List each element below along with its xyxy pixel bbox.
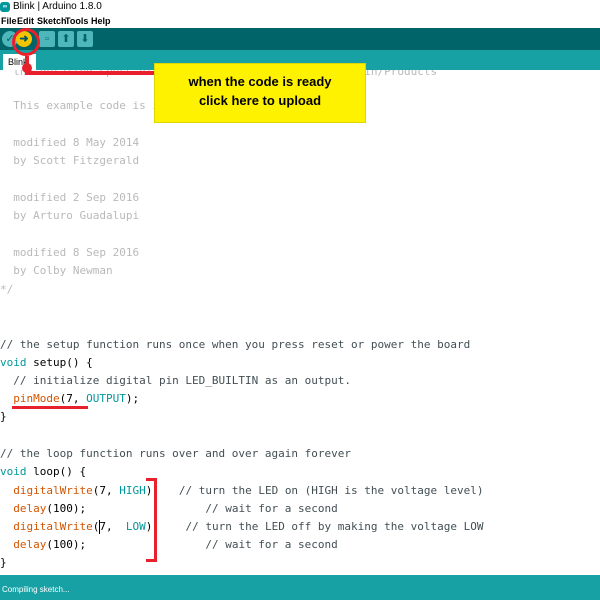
function-name: digitalWrite [13, 520, 93, 533]
code-line: */ [0, 283, 14, 296]
code-comment: // turn the LED off by making the voltag… [158, 520, 484, 533]
constant: LOW [125, 520, 146, 533]
upload-callout: when the code is ready click here to upl… [155, 64, 365, 122]
code-text: (7, [92, 520, 126, 533]
code-comment: // wait for a second [86, 502, 338, 515]
constant: HIGH [119, 484, 146, 497]
toolbar: ✓ ➜ ▫ ⬆ ⬇ [0, 28, 600, 50]
code-editor[interactable]: the detailed specs of ... http://www.ard… [0, 70, 600, 575]
code-text: (100); [46, 538, 87, 551]
code-text: setup() { [26, 356, 93, 369]
pinmode-underline [12, 406, 88, 409]
code-comment: // turn the LED on (HIGH is the voltage … [158, 484, 484, 497]
window-title-bar: ∞ Blink | Arduino 1.8.0 [0, 0, 600, 14]
function-name: delay [13, 538, 47, 551]
new-sketch-button[interactable]: ▫ [39, 31, 55, 47]
status-bar: Compiling sketch... [0, 575, 600, 600]
constant: OUTPUT [86, 392, 126, 405]
upload-highlight-circle [12, 28, 40, 56]
arduino-logo-icon: ∞ [0, 2, 10, 12]
save-sketch-button[interactable]: ⬇ [77, 31, 93, 47]
loop-body-bracket [146, 478, 157, 562]
menu-bar: File Edit Sketch Tools Help [0, 14, 600, 28]
code-text: (7, [59, 392, 87, 405]
code-comment: // wait for a second [86, 538, 338, 551]
keyword: void [0, 465, 27, 478]
callout-line-2: click here to upload [198, 93, 322, 108]
window-title: Blink | Arduino 1.8.0 [13, 1, 102, 12]
code-line: digitalWrite(7, HIGH); // turn the LED o… [0, 482, 484, 500]
annotation-pointer-line [25, 71, 155, 75]
callout-line-1: when the code is ready [188, 74, 332, 89]
code-line: modified 8 Sep 2016 [0, 246, 140, 259]
code-line: } [0, 410, 7, 423]
code-line: // the loop function runs over and over … [0, 447, 351, 460]
code-line: // initialize digital pin LED_BUILTIN as… [0, 374, 351, 387]
menu-help[interactable]: Help [91, 14, 111, 28]
menu-tools[interactable]: Tools [65, 14, 88, 28]
code-text: (7, [92, 484, 120, 497]
code-line: modified 8 May 2014 [0, 136, 140, 149]
open-sketch-button[interactable]: ⬆ [58, 31, 74, 47]
code-text: ); [125, 392, 140, 405]
text-cursor [99, 520, 100, 534]
code-line: by Arturo Guadalupi [0, 209, 140, 222]
function-name: pinMode [13, 392, 60, 405]
code-text: loop() { [26, 465, 87, 478]
status-text: Compiling sketch... [2, 585, 70, 594]
code-line: } [0, 556, 7, 569]
function-name: digitalWrite [13, 484, 93, 497]
menu-sketch[interactable]: Sketch [37, 14, 67, 28]
code-line: modified 2 Sep 2016 [0, 191, 140, 204]
code-line: // the setup function runs once when you… [0, 338, 471, 351]
code-line: by Colby Newman [0, 264, 113, 277]
keyword: void [0, 356, 27, 369]
function-name: delay [13, 502, 47, 515]
menu-edit[interactable]: Edit [17, 14, 34, 28]
code-line: void setup() { [0, 354, 93, 372]
code-line: delay(100); // wait for a second [0, 536, 338, 554]
code-line: delay(100); // wait for a second [0, 500, 338, 518]
code-line: by Scott Fitzgerald [0, 154, 140, 167]
code-line: digitalWrite(7, LOW); // turn the LED of… [0, 518, 484, 536]
code-line: void loop() { [0, 463, 86, 481]
menu-file[interactable]: File [1, 14, 17, 28]
code-text: (100); [46, 502, 87, 515]
